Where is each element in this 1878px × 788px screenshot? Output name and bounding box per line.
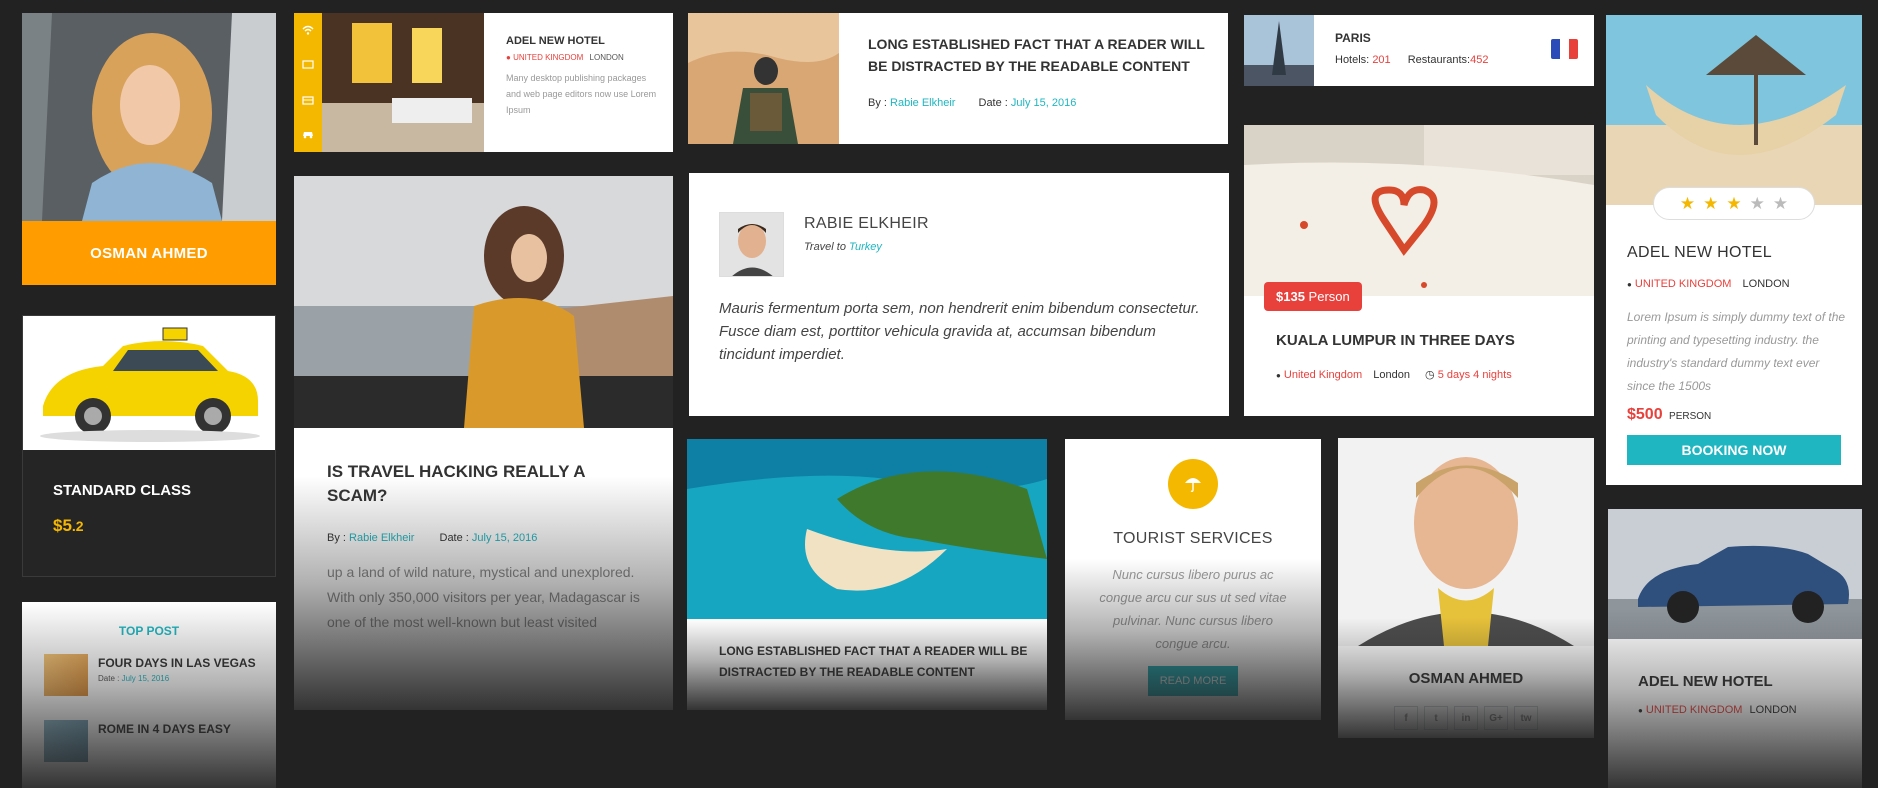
blog-post-excerpt: up a land of wild nature, mystical and u…	[327, 564, 640, 630]
profile-name: OSMAN AHMED	[1408, 670, 1524, 687]
testimonial-avatar	[719, 212, 784, 277]
island-article-card[interactable]: LONG ESTABLISHED FACT THAT A READER WILL…	[687, 439, 1047, 710]
wifi-icon	[302, 25, 314, 35]
facebook-icon[interactable]: f	[1394, 706, 1418, 730]
map-pin-icon: ●	[506, 53, 511, 62]
hotel-small-card[interactable]: ADEL NEW HOTEL ● UNITED KINGDOM LONDON M…	[294, 13, 673, 152]
car-hotel-location: ● UNITED KINGDOM LONDON	[1638, 704, 1797, 716]
car-icon	[302, 129, 314, 139]
read-more-button[interactable]: READ MORE	[1148, 666, 1238, 696]
star-icon: ★	[1749, 193, 1765, 213]
hotel-booking-card[interactable]: ★ ★ ★ ★ ★ ADEL NEW HOTEL ● UNITED KINGDO…	[1606, 15, 1862, 485]
hotel-room-image	[322, 13, 484, 152]
tourist-services-card: TOURIST SERVICES Nunc cursus libero puru…	[1065, 439, 1321, 720]
tour-title[interactable]: KUALA LUMPUR IN THREE DAYS	[1276, 332, 1515, 349]
driver-name-bar: OSMAN AHMED	[22, 221, 276, 285]
island-article-title[interactable]: LONG ESTABLISHED FACT THAT A READER WILL…	[719, 641, 1029, 683]
hotel-booking-description: Lorem Ipsum is simply dummy text of the …	[1627, 310, 1846, 393]
driver-photo	[22, 13, 276, 221]
star-icon: ★	[1772, 193, 1789, 213]
desert-image	[688, 13, 839, 144]
tourist-services-title: TOURIST SERVICES	[1113, 530, 1273, 547]
blog-post-card[interactable]: IS TRAVEL HACKING REALLY A SCAM? By : Ra…	[294, 176, 673, 710]
taxi-price: $5.2	[53, 516, 84, 536]
testimonial-name: RABIE ELKHEIR	[804, 215, 929, 232]
article-wide-meta: By : Rabie Elkheir Date : July 15, 2016	[868, 97, 1077, 109]
taxi-class-card[interactable]: STANDARD CLASS $5.2	[22, 315, 276, 577]
car-hotel-title[interactable]: ADEL NEW HOTEL	[1638, 673, 1773, 690]
top-post-widget: TOP POST FOUR DAYS IN LAS VEGAS Date : J…	[22, 602, 276, 788]
clock-icon: ◷	[1425, 369, 1435, 381]
driver-card[interactable]: OSMAN AHMED	[22, 13, 276, 285]
card-icon	[302, 95, 314, 105]
top-post-thumb-1[interactable]	[44, 654, 88, 696]
tv-icon	[302, 60, 314, 70]
taxi-image	[23, 316, 275, 450]
tour-price-badge: $135 Person	[1264, 282, 1362, 311]
map-pin-icon: ●	[1276, 371, 1281, 380]
top-post-thumb-2[interactable]	[44, 720, 88, 762]
umbrella-icon	[1184, 475, 1202, 493]
article-wide-title[interactable]: LONG ESTABLISHED FACT THAT A READER WILL…	[868, 33, 1208, 77]
rating-stars: ★ ★ ★ ★ ★	[1653, 187, 1815, 220]
paris-card[interactable]: PARIS Hotels: 201 Restaurants:452	[1244, 15, 1594, 86]
tour-card[interactable]: $135 Person KUALA LUMPUR IN THREE DAYS ●…	[1244, 125, 1594, 416]
car-hotel-card[interactable]: ADEL NEW HOTEL ● UNITED KINGDOM LONDON	[1608, 509, 1862, 788]
taxi-class-title: STANDARD CLASS	[53, 482, 192, 499]
top-post-item-2-title[interactable]: ROME IN 4 DAYS EASY	[98, 722, 231, 736]
beach-hammock-image	[1606, 15, 1862, 205]
article-wide-author[interactable]: Rabie Elkheir	[890, 97, 955, 109]
hotel-small-title[interactable]: ADEL NEW HOTEL	[506, 35, 605, 47]
testimonial-card: RABIE ELKHEIR Travel to Turkey Mauris fe…	[689, 173, 1229, 416]
linkedin-icon[interactable]: in	[1454, 706, 1478, 730]
testimonial-quote: Mauris fermentum porta sem, non hendreri…	[719, 300, 1200, 363]
tourist-services-text: Nunc cursus libero purus ac congue arcu …	[1099, 567, 1287, 651]
article-wide-card[interactable]: LONG ESTABLISHED FACT THAT A READER WILL…	[688, 13, 1228, 144]
map-pin-icon: ●	[1627, 280, 1632, 289]
google-plus-icon[interactable]: G+	[1484, 706, 1508, 730]
car-image	[1608, 509, 1862, 639]
booking-now-button[interactable]: BOOKING NOW	[1627, 435, 1841, 465]
map-pin-icon: ●	[1638, 706, 1643, 715]
top-post-item-1-title[interactable]: FOUR DAYS IN LAS VEGAS	[98, 656, 256, 670]
profile-photo	[1338, 438, 1594, 646]
driver-name: OSMAN AHMED	[90, 244, 208, 262]
taxi-price-cents: .2	[71, 518, 84, 534]
star-icon: ★	[1726, 193, 1742, 213]
hotel-booking-location: ● UNITED KINGDOM LONDON	[1627, 278, 1790, 290]
france-flag-icon	[1551, 39, 1578, 59]
testimonial-destination[interactable]: Turkey	[849, 241, 882, 253]
top-post-heading: TOP POST	[118, 624, 180, 638]
blog-post-meta: By : Rabie Elkheir Date : July 15, 2016	[327, 532, 538, 544]
paris-image	[1244, 15, 1314, 86]
island-image	[687, 439, 1047, 619]
star-icon: ★	[1703, 193, 1719, 213]
blog-post-image	[294, 176, 673, 428]
profile-card[interactable]: OSMAN AHMED f t in G+ tw	[1338, 438, 1594, 738]
paris-city: PARIS	[1335, 31, 1371, 45]
hotel-small-description: Many desktop publishing packages and web…	[506, 73, 657, 115]
hotel-booking-price: $500 PERSON	[1627, 406, 1712, 423]
hotel-booking-title[interactable]: ADEL NEW HOTEL	[1627, 244, 1772, 262]
paris-stats: Hotels: 201 Restaurants:452	[1335, 54, 1489, 66]
tour-meta: ● United Kingdom London ◷ 5 days 4 night…	[1276, 369, 1512, 381]
testimonial-travel: Travel to Turkey	[804, 241, 882, 253]
social-links: f t in G+ tw	[1338, 706, 1594, 730]
bed-image	[1244, 125, 1594, 296]
twitter-icon[interactable]: t	[1424, 706, 1448, 730]
hotel-small-location: ● UNITED KINGDOM LONDON	[506, 53, 624, 62]
star-icon: ★	[1679, 193, 1696, 213]
blog-post-author[interactable]: Rabie Elkheir	[349, 532, 414, 544]
tumblr-icon[interactable]: tw	[1514, 706, 1538, 730]
umbrella-badge	[1168, 459, 1218, 509]
taxi-price-main: $5	[53, 516, 72, 535]
blog-post-title[interactable]: IS TRAVEL HACKING REALLY A SCAM?	[327, 460, 627, 508]
top-post-item-1-date: Date : July 15, 2016	[98, 674, 170, 683]
